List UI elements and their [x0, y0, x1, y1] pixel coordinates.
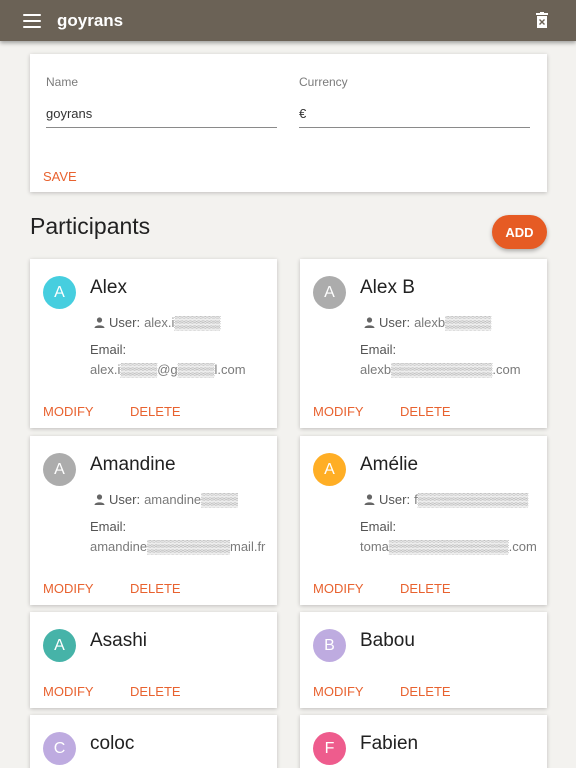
participant-name: Alex B — [360, 277, 415, 298]
email-label: Email: — [360, 519, 397, 534]
name-label: Name — [46, 75, 79, 89]
avatar: A — [313, 453, 346, 486]
avatar: C — [43, 732, 76, 765]
email-value: alexb▒▒▒▒▒▒▒▒▒▒▒.com — [360, 362, 521, 377]
currency-input[interactable]: € — [299, 106, 306, 121]
participant-card: F Fabien — [300, 715, 547, 768]
user-value: alexb▒▒▒▒▒ — [414, 315, 492, 330]
participant-name: Babou — [360, 630, 415, 651]
participant-card: Ccoloc — [30, 715, 277, 768]
name-underline — [46, 127, 277, 128]
user-label: User: — [109, 315, 141, 330]
avatar: A — [43, 629, 76, 662]
modify-button[interactable]: MODIFY — [43, 684, 94, 699]
avatar: A — [43, 276, 76, 309]
participant-card: A Asashi MODIFY DELETE — [30, 612, 277, 708]
email-value: amandine▒▒▒▒▒▒▒▒▒mail.fr — [90, 539, 266, 554]
currency-underline — [299, 127, 530, 128]
participant-name: Fabien — [360, 733, 419, 754]
participants-title: Participants — [30, 213, 151, 239]
participant-name: Amandine — [90, 454, 176, 475]
participant-card: A Alex B User: alexb▒▒▒▒▒ Email: alexb▒▒▒▒… — [300, 259, 547, 428]
email-value: toma▒▒▒▒▒▒▒▒▒▒▒▒▒.com — [360, 539, 537, 554]
participant-card: A Amélie User: f▒▒▒▒▒▒▒▒▒▒▒▒ Email: toma▒▒… — [300, 436, 547, 605]
participant-name: coloc — [90, 733, 135, 754]
delete-button[interactable]: DELETE — [400, 404, 451, 419]
delete-button[interactable]: DELETE — [130, 684, 181, 699]
participant-card: A Alex User: alex.i▒▒▒▒▒ Email: alex.i▒▒▒▒… — [30, 259, 277, 428]
user-line: User: amandine▒▒▒▒ — [94, 492, 238, 507]
modify-button[interactable]: MODIFY — [313, 581, 364, 596]
app-bar: goyrans — [0, 0, 576, 41]
participant-card: B Babou MODIFY DELETE — [300, 612, 547, 708]
delete-button[interactable]: DELETE — [130, 404, 181, 419]
modify-button[interactable]: MODIFY — [313, 684, 364, 699]
avatar: F — [313, 732, 346, 765]
delete-button[interactable]: DELETE — [130, 581, 181, 596]
user-label: User: — [379, 492, 411, 507]
email-label: Email: — [90, 342, 127, 357]
user-line: User: alexb▒▒▒▒▒ — [364, 315, 491, 330]
settings-card: Name goyrans Currency € SAVE — [30, 54, 547, 192]
user-value: alex.i▒▒▒▒▒ — [144, 315, 221, 330]
participant-name: Asashi — [90, 630, 148, 651]
participant-name: Alex — [90, 277, 127, 298]
user-label: User: — [379, 315, 411, 330]
email-label: Email: — [360, 342, 397, 357]
user-line: User: alex.i▒▒▒▒▒ — [94, 315, 220, 330]
person-icon — [94, 317, 105, 328]
person-icon — [94, 494, 105, 505]
avatar: B — [313, 629, 346, 662]
user-value: f▒▒▒▒▒▒▒▒▒▒▒▒ — [414, 492, 529, 507]
modify-button[interactable]: MODIFY — [313, 404, 364, 419]
modify-button[interactable]: MODIFY — [43, 581, 94, 596]
trash-icon[interactable] — [536, 12, 552, 30]
app-title: goyrans — [57, 10, 124, 30]
currency-label: Currency — [299, 75, 348, 89]
add-participant-button[interactable]: ADD — [492, 215, 547, 249]
email-label: Email: — [90, 519, 127, 534]
modify-button[interactable]: MODIFY — [43, 404, 94, 419]
email-value: alex.i▒▒▒▒@g▒▒▒▒l.com — [90, 362, 246, 377]
user-value: amandine▒▒▒▒ — [144, 492, 239, 507]
delete-button[interactable]: DELETE — [400, 581, 451, 596]
menu-icon[interactable] — [23, 13, 41, 28]
save-button[interactable]: SAVE — [43, 169, 77, 184]
user-label: User: — [109, 492, 141, 507]
person-icon — [364, 317, 375, 328]
participant-name: Amélie — [360, 454, 419, 475]
avatar: A — [313, 276, 346, 309]
avatar: A — [43, 453, 76, 486]
user-line: User: f▒▒▒▒▒▒▒▒▒▒▒▒ — [364, 492, 528, 507]
name-input[interactable]: goyrans — [46, 106, 92, 121]
delete-button[interactable]: DELETE — [400, 684, 451, 699]
person-icon — [364, 494, 375, 505]
participant-card: A Amandine User: amandine▒▒▒▒ Email: amand… — [30, 436, 277, 605]
